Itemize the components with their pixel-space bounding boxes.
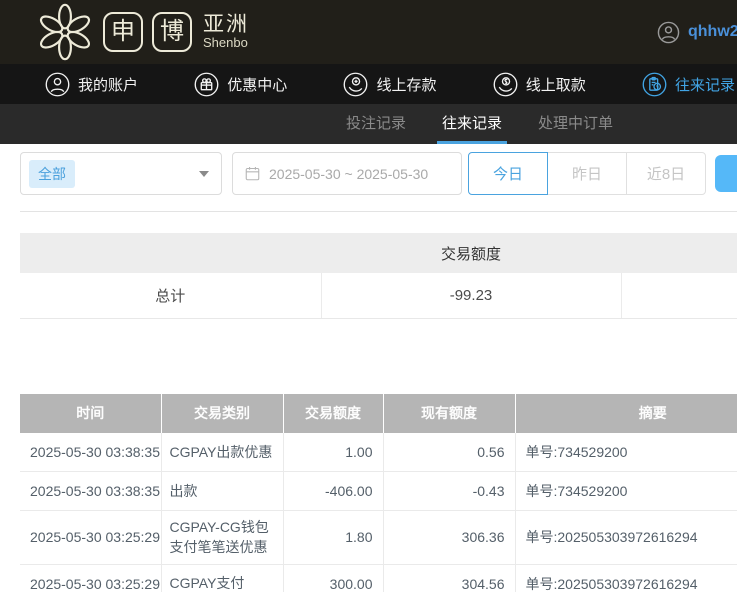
- nav-label: 往来记录: [675, 74, 735, 95]
- logo-char-bo: 博: [152, 12, 192, 52]
- summary-header-empty: [20, 233, 321, 273]
- nav-item-deposit[interactable]: 线上存款: [343, 72, 436, 97]
- user-avatar-icon: [657, 21, 680, 44]
- summary-table: 交易额度 总计 -99.23: [20, 233, 737, 319]
- nav-label: 我的账户: [78, 74, 138, 95]
- transactions-table: 时间 交易类别 交易额度 现有额度 摘要 2025-05-30 03:38:35…: [20, 394, 737, 592]
- cell-time: 2025-05-30 03:38:35: [20, 472, 161, 511]
- table-row: 2025-05-30 03:25:29 CGPAY支付 300.00 304.5…: [20, 564, 737, 592]
- cell-amount: -406.00: [283, 472, 383, 511]
- nav-item-withdraw[interactable]: 线上取款: [493, 72, 586, 97]
- nav-item-my-account[interactable]: 我的账户: [45, 72, 138, 97]
- nav-label: 优惠中心: [227, 74, 287, 95]
- table-header-row: 时间 交易类别 交易额度 现有额度 摘要: [20, 394, 737, 433]
- col-header-memo: 摘要: [515, 394, 737, 433]
- search-button[interactable]: [715, 155, 737, 192]
- nav-label: 线上取款: [526, 74, 586, 95]
- summary-total-label: 总计: [20, 273, 321, 318]
- username-text[interactable]: qhhw2: [688, 23, 737, 41]
- filter-bar: 全部 2025-05-30 ~ 2025-05-30 今日 昨日 近8日: [0, 144, 737, 204]
- col-header-balance: 现有额度: [383, 394, 515, 433]
- table-row: 2025-05-30 03:25:29 CGPAY-CG钱包支付笔笔送优惠 1.…: [20, 511, 737, 565]
- records-clock-icon: [642, 72, 667, 97]
- cell-memo: 单号:202505303972616294: [515, 511, 737, 565]
- date-range-picker[interactable]: 2025-05-30 ~ 2025-05-30: [232, 152, 462, 195]
- cell-time: 2025-05-30 03:25:29: [20, 511, 161, 565]
- summary-header-row: 交易额度: [20, 233, 737, 273]
- col-header-type: 交易类别: [161, 394, 283, 433]
- cell-balance: 304.56: [383, 564, 515, 592]
- cell-balance: 0.56: [383, 433, 515, 472]
- cell-balance: 306.36: [383, 511, 515, 565]
- summary-section: 交易额度 总计 -99.23: [20, 233, 737, 319]
- date-range-value: 2025-05-30 ~ 2025-05-30: [269, 166, 428, 182]
- chevron-down-icon: [199, 171, 209, 177]
- cell-type: 出款: [161, 472, 283, 511]
- cell-time: 2025-05-30 03:25:29: [20, 564, 161, 592]
- summary-empty-cell: [621, 273, 737, 318]
- nav-item-promotions[interactable]: 优惠中心: [194, 72, 287, 97]
- selected-type-tag[interactable]: 全部: [29, 160, 75, 188]
- logo-wordmark: 亚洲 Shenbo: [203, 13, 249, 50]
- cell-type: CGPAY-CG钱包支付笔笔送优惠: [161, 511, 283, 565]
- gift-icon: [194, 72, 219, 97]
- logo-char-shen: 申: [103, 12, 143, 52]
- tab-pending-orders[interactable]: 处理中订单: [535, 104, 616, 144]
- withdraw-hand-icon: [493, 72, 518, 97]
- summary-total-row: 总计 -99.23: [20, 273, 737, 318]
- deposit-hand-icon: [343, 72, 368, 97]
- cell-type: CGPAY出款优惠: [161, 433, 283, 472]
- tab-transaction-records[interactable]: 往来记录: [439, 104, 505, 144]
- transactions-section: 时间 交易类别 交易额度 现有额度 摘要 2025-05-30 03:38:35…: [20, 394, 737, 592]
- topbar: 申 博 亚洲 Shenbo qhhw2: [0, 0, 737, 64]
- cell-memo: 单号:202505303972616294: [515, 564, 737, 592]
- col-header-amount: 交易额度: [283, 394, 383, 433]
- logo-region-text: 亚洲: [203, 13, 249, 36]
- cell-time: 2025-05-30 03:38:35: [20, 433, 161, 472]
- cell-memo: 单号:734529200: [515, 472, 737, 511]
- type-select[interactable]: 全部: [20, 152, 222, 195]
- logo-latin-text: Shenbo: [203, 36, 249, 50]
- today-button[interactable]: 今日: [468, 152, 548, 195]
- records-tabs: 投注记录 往来记录 处理中订单: [0, 104, 737, 144]
- quick-date-buttons: 今日 昨日 近8日: [468, 152, 706, 195]
- summary-header-empty: [621, 233, 737, 273]
- yesterday-button[interactable]: 昨日: [547, 152, 627, 195]
- user-circle-icon: [45, 72, 70, 97]
- table-row: 2025-05-30 03:38:35 CGPAY出款优惠 1.00 0.56 …: [20, 433, 737, 472]
- brand-logo: 申 博 亚洲 Shenbo: [36, 3, 249, 61]
- summary-header-amount: 交易额度: [321, 233, 621, 273]
- user-account[interactable]: qhhw2: [657, 0, 737, 64]
- nav-label: 线上存款: [376, 74, 436, 95]
- cell-memo: 单号:734529200: [515, 433, 737, 472]
- flower-logo-icon: [36, 3, 94, 61]
- tab-betting-records[interactable]: 投注记录: [343, 104, 409, 144]
- cell-amount: 1.00: [283, 433, 383, 472]
- main-navigation: 我的账户 优惠中心 线上存款: [0, 64, 737, 104]
- col-header-time: 时间: [20, 394, 161, 433]
- cell-amount: 1.80: [283, 511, 383, 565]
- cell-balance: -0.43: [383, 472, 515, 511]
- summary-total-value: -99.23: [321, 273, 621, 318]
- section-divider: [20, 211, 737, 212]
- calendar-icon: [245, 166, 260, 181]
- nav-item-records[interactable]: 往来记录: [642, 72, 735, 97]
- last-8-days-button[interactable]: 近8日: [626, 152, 706, 195]
- cell-amount: 300.00: [283, 564, 383, 592]
- cell-type: CGPAY支付: [161, 564, 283, 592]
- table-row: 2025-05-30 03:38:35 出款 -406.00 -0.43 单号:…: [20, 472, 737, 511]
